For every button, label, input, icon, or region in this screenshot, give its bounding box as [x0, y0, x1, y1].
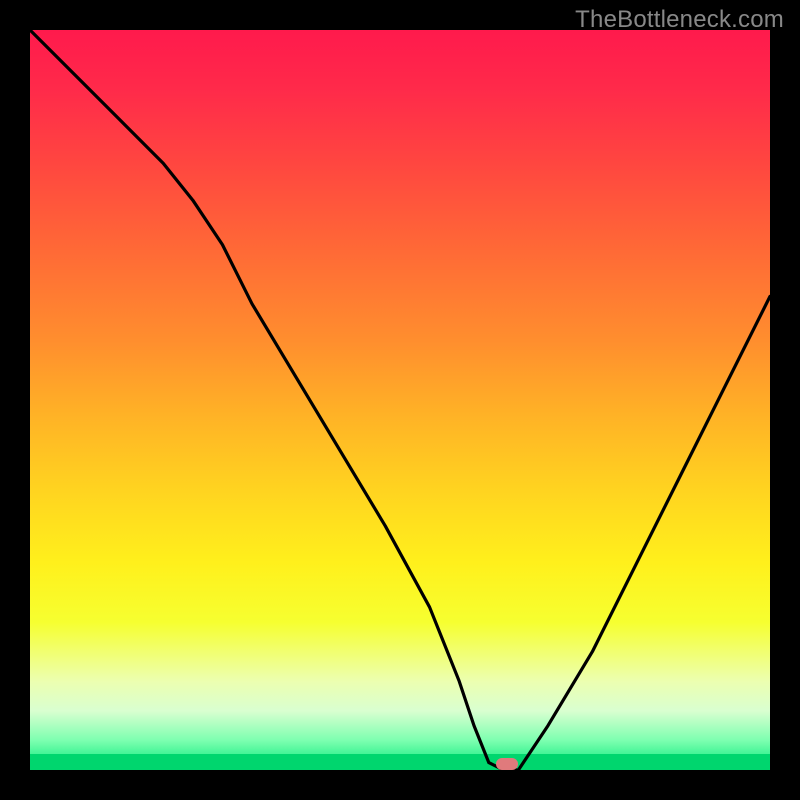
bottleneck-curve [30, 30, 770, 770]
plot-area [30, 30, 770, 770]
chart-frame: TheBottleneck.com [0, 0, 800, 800]
watermark-text: TheBottleneck.com [575, 6, 784, 34]
trough-marker [496, 758, 518, 770]
